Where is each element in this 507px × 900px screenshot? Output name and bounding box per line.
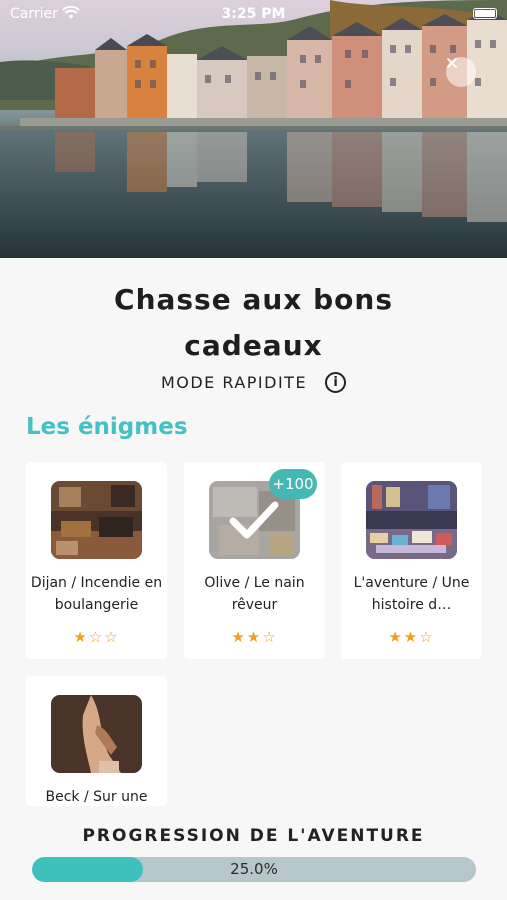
status-time: 3:25 PM bbox=[221, 6, 286, 22]
section-title: Les énigmes bbox=[26, 414, 188, 440]
progress-label: PROGRESSION DE L'AVENTURE bbox=[82, 826, 425, 846]
riddle-card-beck[interactable]: Beck / Sur une bbox=[26, 676, 167, 806]
page-title: Chasse aux bons cadeaux bbox=[114, 283, 393, 362]
progress-footer bbox=[0, 806, 507, 900]
progress-bar: 25.0% bbox=[32, 857, 476, 882]
mode-row: MODE RAPIDITE i bbox=[0, 372, 507, 393]
progress-percent: 25.0% bbox=[230, 860, 278, 878]
info-icon[interactable]: i bbox=[325, 372, 347, 393]
riddle-card-dijan[interactable]: Dijan / Incendie en boulangerie ★☆☆ bbox=[26, 462, 167, 659]
mode-label: MODE RAPIDITE bbox=[160, 373, 308, 392]
hero-image: Carrier 3:25 PM bbox=[0, 0, 507, 258]
battery-icon bbox=[473, 8, 497, 19]
difficulty-stars: ★★☆ bbox=[184, 628, 325, 646]
card-name: Dijan / Incendie en boulangerie bbox=[30, 575, 163, 613]
card-thumbnail bbox=[51, 695, 142, 773]
card-name: L'aventure / Une histoire d… bbox=[353, 575, 470, 613]
card-thumbnail bbox=[51, 481, 142, 559]
riddle-card-aventure[interactable]: L'aventure / Une histoire d… ★★☆ bbox=[341, 462, 482, 659]
points-badge: +100 bbox=[269, 469, 317, 499]
star-rating: ★★☆ bbox=[388, 628, 435, 646]
close-icon bbox=[447, 58, 457, 68]
status-bar: Carrier 3:25 PM bbox=[0, 0, 507, 28]
close-button[interactable] bbox=[446, 57, 476, 87]
card-thumbnail bbox=[366, 481, 457, 559]
star-rating: ★☆☆ bbox=[73, 628, 120, 646]
difficulty-stars: ★★☆ bbox=[341, 628, 482, 646]
riddle-card-olive[interactable]: +100 Olive / Le nain rêveur ★★☆ bbox=[184, 462, 325, 659]
card-name: Olive / Le nain rêveur bbox=[204, 575, 305, 613]
difficulty-stars: ★☆☆ bbox=[26, 628, 167, 646]
star-rating: ★★☆ bbox=[231, 628, 278, 646]
